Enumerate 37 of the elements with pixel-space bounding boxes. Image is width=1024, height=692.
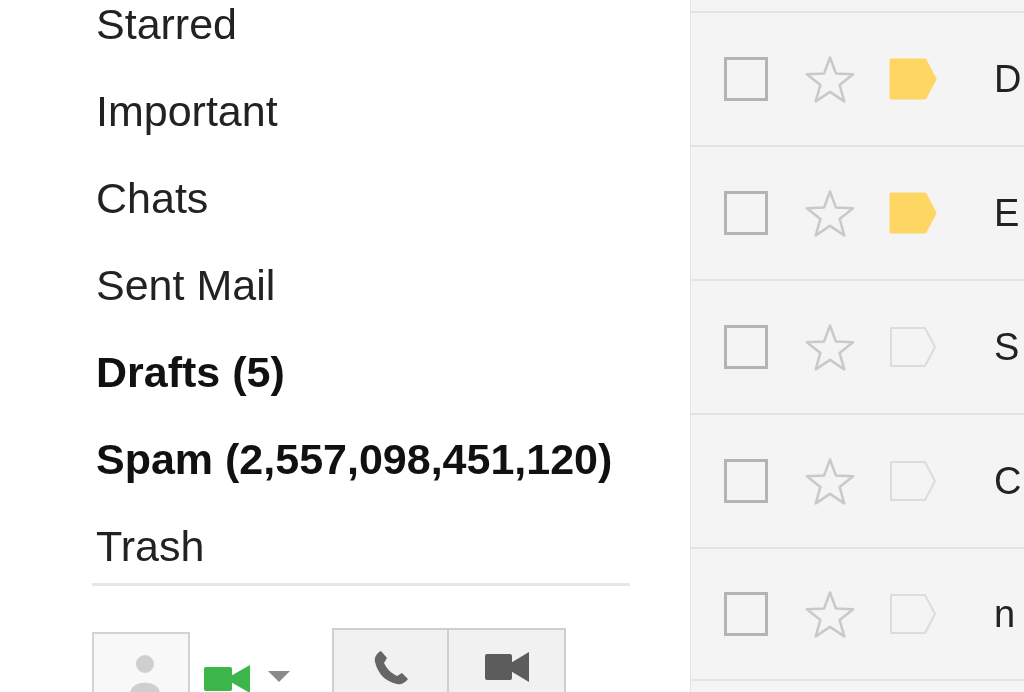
tag-icon[interactable] [888, 192, 938, 234]
sidebar-item[interactable]: Sent Mail [92, 261, 276, 310]
tag-icon[interactable] [888, 58, 938, 100]
star-icon[interactable] [805, 55, 855, 103]
message-row[interactable]: n [691, 547, 1024, 681]
profile-button[interactable] [92, 632, 190, 692]
sidebar-item[interactable]: Spam (2,557,098,451,120) [92, 435, 613, 484]
video-camera-icon [204, 665, 250, 692]
video-call-button[interactable] [449, 628, 566, 692]
person-icon [128, 654, 162, 692]
checkbox[interactable] [724, 57, 768, 101]
star-icon[interactable] [805, 189, 855, 237]
checkbox[interactable] [724, 325, 768, 369]
sidebar-item[interactable]: Trash [92, 522, 205, 571]
tag-icon[interactable] [888, 326, 938, 368]
tag-icon[interactable] [888, 460, 938, 502]
checkbox[interactable] [724, 459, 768, 503]
sidebar-item[interactable]: Starred [92, 0, 237, 49]
checkbox[interactable] [724, 191, 768, 235]
message-text: C [994, 459, 1022, 503]
caret-icon [268, 671, 290, 682]
message-text: S [994, 325, 1020, 369]
star-icon[interactable] [805, 323, 855, 371]
sidebar-item[interactable]: Important [92, 87, 278, 136]
message-text: D [994, 57, 1022, 101]
phone-icon [372, 650, 409, 686]
checkbox[interactable] [724, 592, 768, 636]
video-camera-icon [484, 652, 529, 682]
star-icon[interactable] [805, 457, 855, 505]
call-button[interactable] [332, 628, 449, 692]
sidebar-item[interactable]: Chats [92, 174, 209, 223]
message-text: E [994, 191, 1020, 235]
sidebar-item[interactable]: Drafts (5) [92, 348, 285, 397]
star-icon[interactable] [805, 590, 855, 638]
message-text: n [994, 592, 1016, 636]
video-status-button[interactable] [204, 665, 290, 692]
tag-icon[interactable] [888, 593, 938, 635]
